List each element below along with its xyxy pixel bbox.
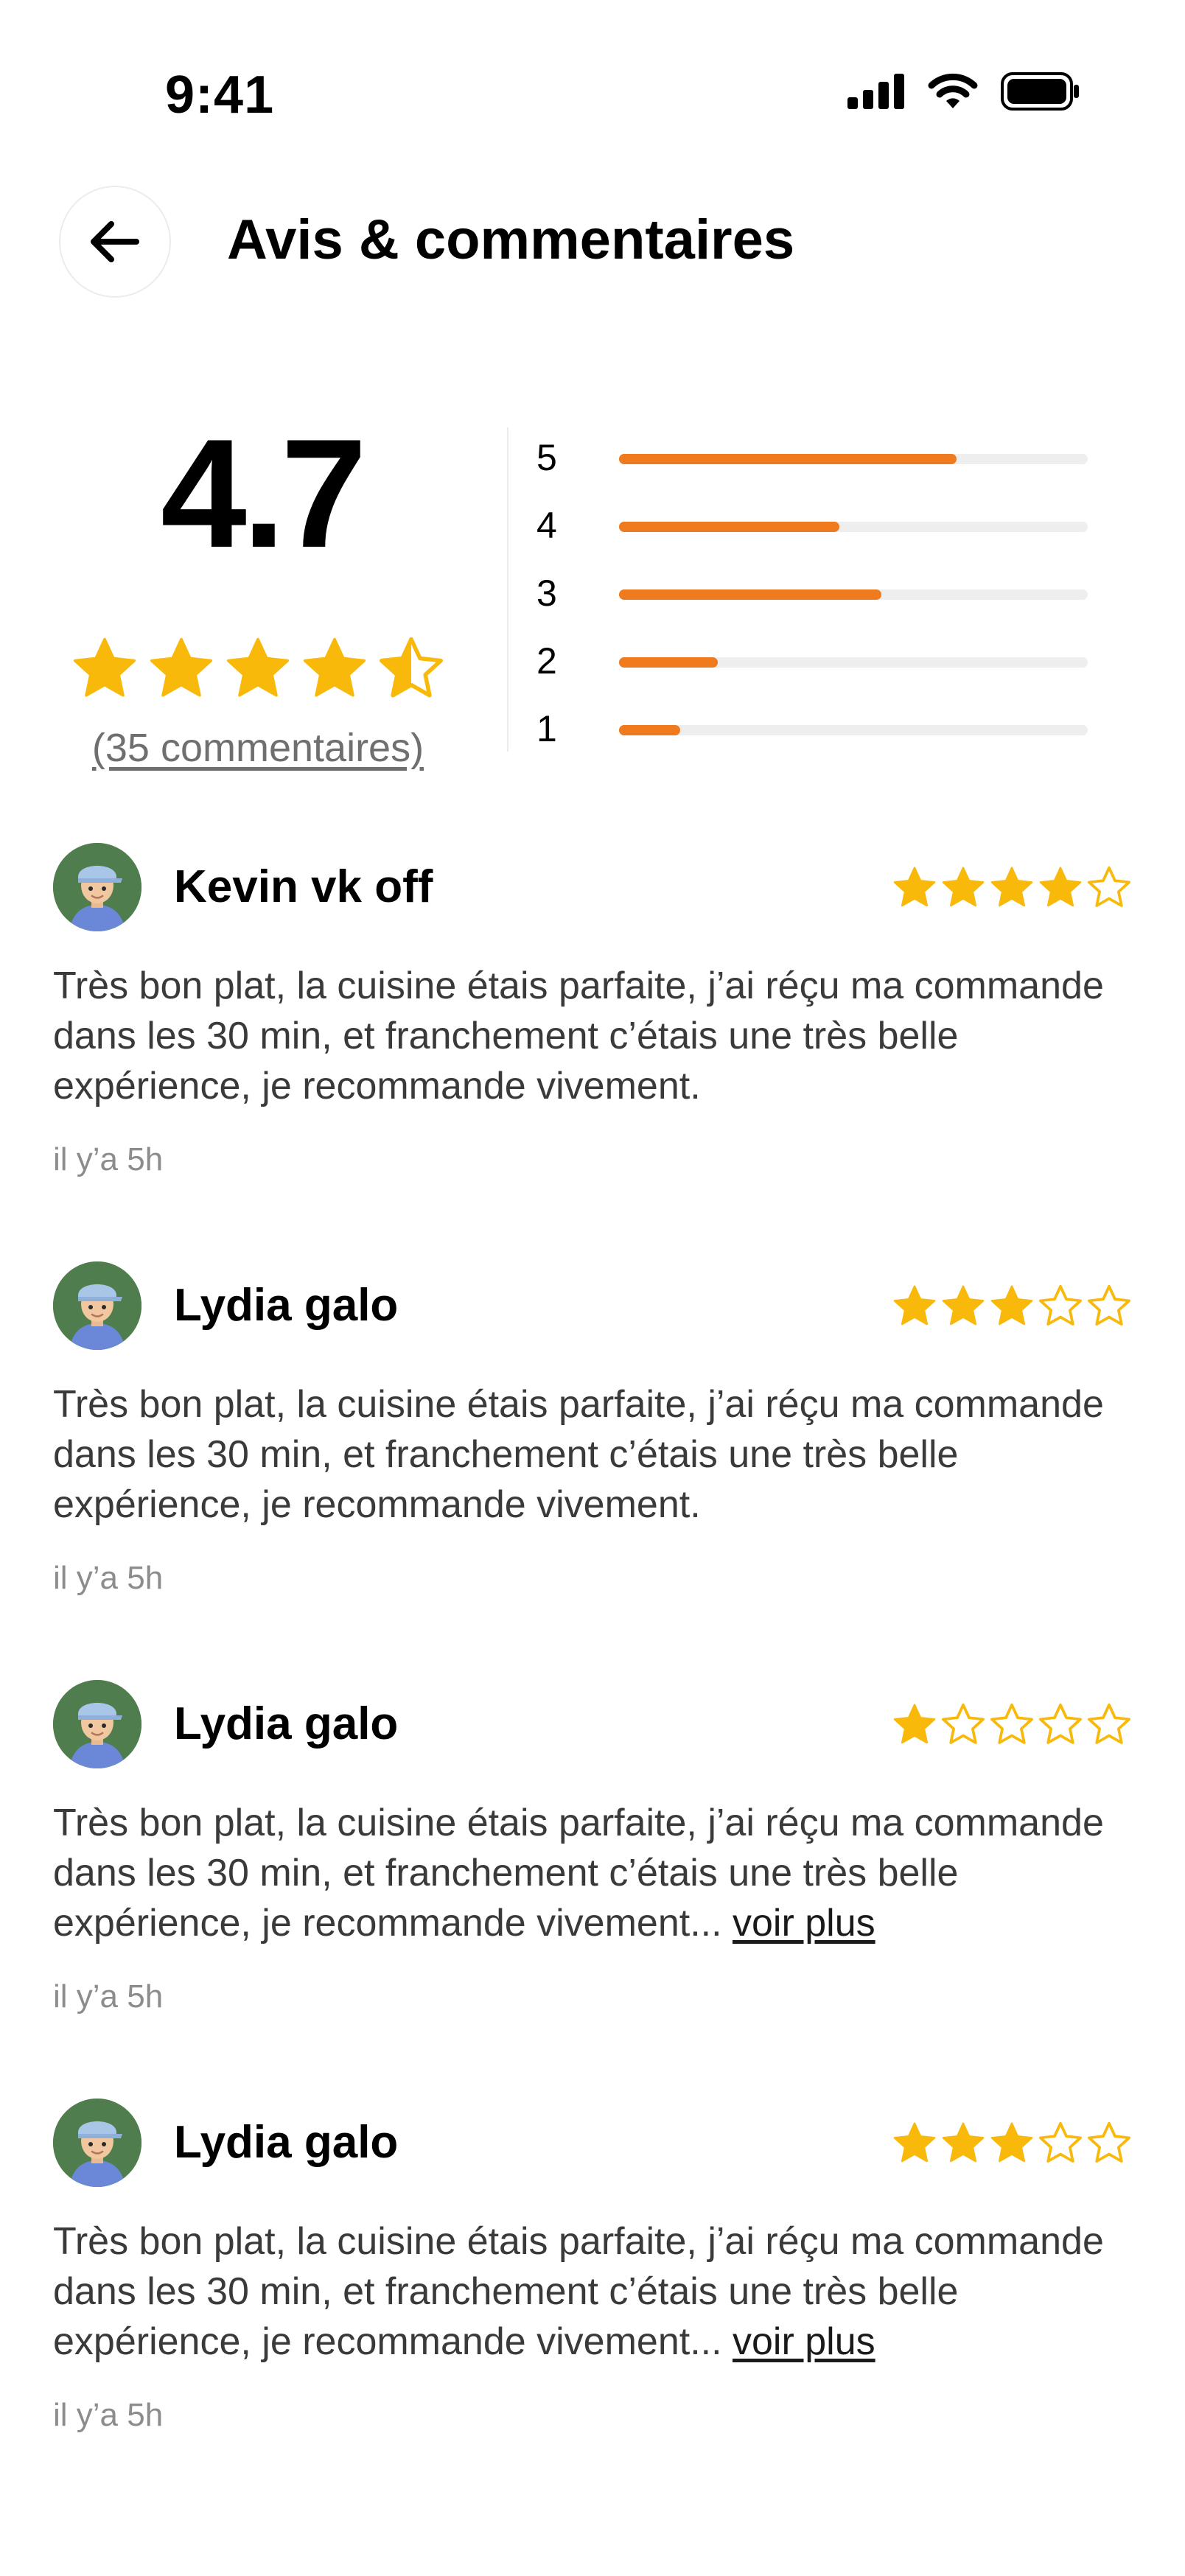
review-stars [892,865,1132,911]
star-filled-icon [73,637,136,697]
star-filled-icon [942,1285,985,1326]
review-card: Lydia galo Très bon plat, la cuisine éta… [0,1261,1185,1659]
distribution-row-5: 5 [536,429,1097,488]
reviewer-name: Kevin vk off [174,861,433,912]
rating-summary: 4.7 (35 commentaires) 5 4 3 2 1 [0,407,1185,770]
star-filled-icon [893,1285,936,1326]
page-title: Avis & commentaires [227,209,795,271]
star-empty-icon [990,1703,1033,1744]
review-card: Lydia galo Très bon plat, la cuisine éta… [0,2099,1185,2496]
distribution-bar [619,589,882,600]
cellular-signal-icon [847,74,904,109]
review-stars [892,1702,1132,1748]
star-empty-icon [1039,1284,1082,1326]
review-text: Très bon plat, la cuisine étais parfaite… [53,961,1129,1111]
star-filled-icon [990,1285,1033,1326]
reviewer-name: Lydia galo [174,1698,399,1749]
star-filled-icon [942,867,985,907]
battery-icon [1001,72,1079,111]
distribution-track [619,589,1088,600]
review-text: Très bon plat, la cuisine étais parfaite… [53,1379,1129,1530]
wifi-icon [928,73,978,108]
distribution-track [619,725,1088,735]
distribution-row-1: 1 [536,700,1097,759]
star-filled-icon [893,867,936,907]
status-bar: 9:41 [0,0,1185,192]
average-stars [71,635,445,703]
star-empty-icon [1088,866,1130,907]
summary-divider [507,427,508,752]
status-time: 9:41 [165,66,275,125]
arrow-left-icon [91,221,139,262]
back-button[interactable] [59,186,171,298]
review-time: il y’a 5h [53,1560,164,1596]
star-filled-icon [893,1704,936,1744]
star-empty-icon [942,1703,985,1744]
distribution-track [619,522,1088,532]
star-empty-icon [1088,2121,1130,2163]
review-stars [892,1284,1132,1329]
review-time: il y’a 5h [53,1141,164,1177]
star-filled-icon [942,2122,985,2163]
distribution-bar [619,725,680,735]
review-body: Très bon plat, la cuisine étais parfaite… [53,965,1104,1107]
star-empty-icon [1088,1284,1130,1326]
star-empty-icon [1039,2121,1082,2163]
star-filled-icon [226,637,290,697]
star-half-icon [380,637,443,698]
avatar [53,1680,141,1768]
star-filled-icon [893,2122,936,2163]
review-time: il y’a 5h [53,1978,164,2015]
review-count-link[interactable]: (35 commentaires) [81,725,435,771]
avatar-illustration [53,2099,141,2187]
avatar [53,2099,141,2187]
distribution-label: 3 [536,573,557,614]
star-filled-icon [990,867,1033,907]
avatar [53,843,141,931]
avatar-illustration [53,1261,141,1350]
review-stars [892,2121,1132,2166]
review-time: il y’a 5h [53,2397,164,2433]
distribution-label: 5 [536,437,557,478]
review-body: Très bon plat, la cuisine étais parfaite… [53,1802,1104,1945]
distribution-row-2: 2 [536,632,1097,691]
read-more-link[interactable]: voir plus [733,1902,875,1945]
review-text: Très bon plat, la cuisine étais parfaite… [53,2216,1129,2367]
distribution-row-4: 4 [536,497,1097,556]
review-body: Très bon plat, la cuisine étais parfaite… [53,1383,1104,1526]
distribution-label: 1 [536,708,557,749]
review-card: Lydia galo Très bon plat, la cuisine éta… [0,1680,1185,2078]
star-filled-icon [303,637,366,697]
star-filled-icon [1039,867,1082,907]
reviewer-name: Lydia galo [174,2117,399,2168]
distribution-bar [619,454,957,464]
distribution-bar [619,657,718,668]
distribution-label: 2 [536,640,557,682]
star-empty-icon [1088,1703,1130,1744]
distribution-track [619,657,1088,668]
star-filled-icon [990,2122,1033,2163]
review-text: Très bon plat, la cuisine étais parfaite… [53,1798,1129,1948]
average-rating: 4.7 [161,407,367,580]
review-body: Très bon plat, la cuisine étais parfaite… [53,2220,1104,2363]
distribution-bar [619,522,839,532]
star-filled-icon [150,637,213,697]
distribution-label: 4 [536,505,557,546]
avatar-illustration [53,1680,141,1768]
review-card: Kevin vk off Très bon plat, la cuisine é… [0,843,1185,1241]
reviewer-name: Lydia galo [174,1280,399,1331]
avatar-illustration [53,843,141,931]
status-icons [847,72,1080,111]
distribution-track [619,454,1088,464]
avatar [53,1261,141,1350]
read-more-link[interactable]: voir plus [733,2320,875,2363]
star-empty-icon [1039,1703,1082,1744]
distribution-row-3: 3 [536,564,1097,623]
